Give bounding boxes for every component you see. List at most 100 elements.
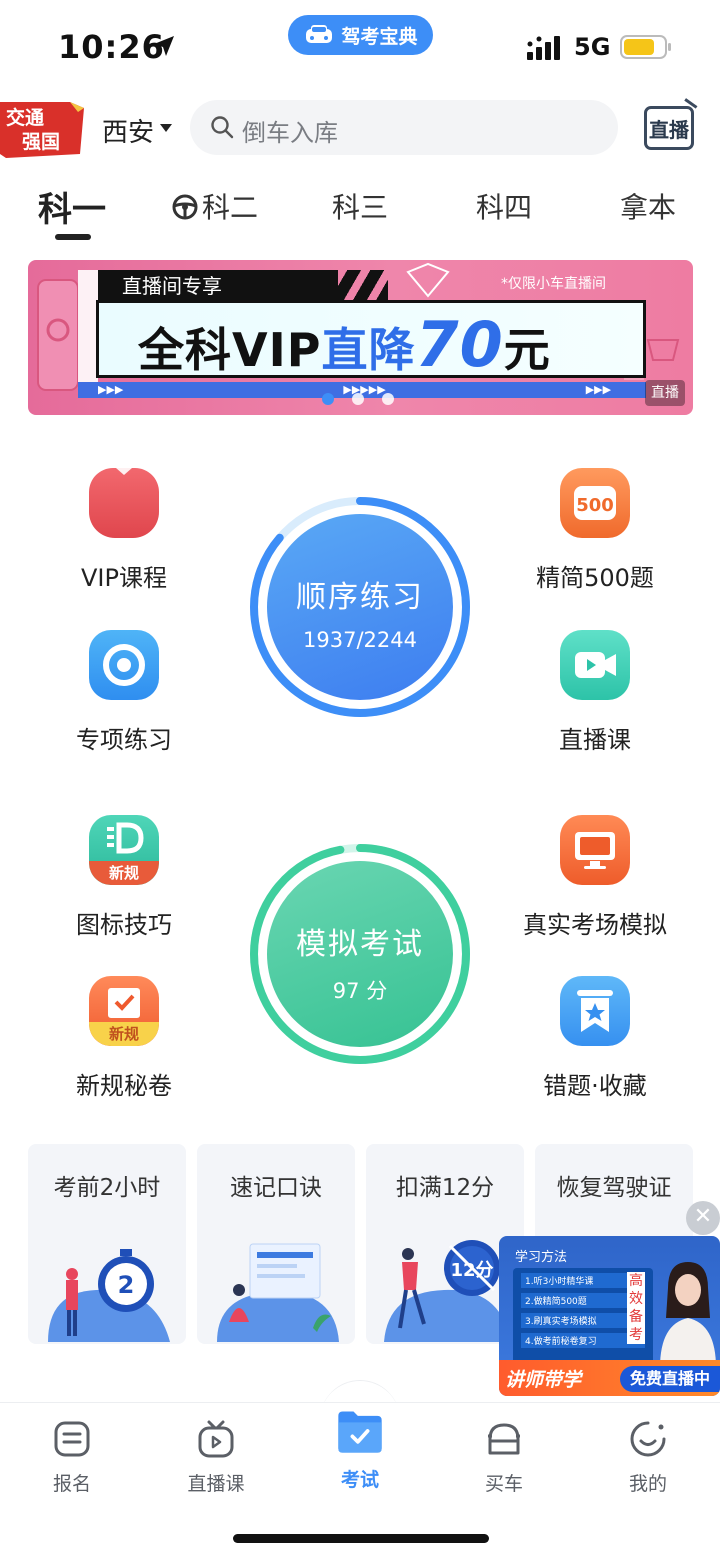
traffic-power-badge[interactable]: 交通 强国 [0,98,84,158]
tab-subject-2-label: 科二 [202,191,259,224]
tab-subject-4[interactable]: 科四 [476,186,532,226]
mock-exam-score: 97 分 [332,979,388,1003]
feature-label: 直播课 [559,726,631,754]
exam-500-icon: 500 [560,468,630,538]
location-arrow-icon [154,36,174,56]
mock-exam-title: 模拟考试 [296,927,424,962]
tab-subject-1[interactable]: 科一 [38,182,106,231]
vip-crown-icon [89,468,159,538]
city-selector[interactable]: 西安 [102,112,154,149]
stopwatch-illustration: 2 [48,1249,170,1342]
nav-item-signup[interactable]: 报名 [17,1419,127,1496]
bookmark-star-icon [560,976,630,1046]
exam-folder-icon [338,1411,382,1453]
close-live-float-button[interactable]: ✕ [686,1201,720,1235]
sequential-practice-progress: 1937/2244 [303,628,417,652]
feature-real-exam-sim[interactable]: 真实考场模拟 [505,815,685,940]
banner-title-prefix: 全科VIP [138,323,322,377]
feature-special-practice[interactable]: 专项练习 [34,630,214,755]
live-tv-button[interactable]: 直播 [644,106,694,150]
live-float-bottom-left: 讲师带学 [505,1369,582,1391]
deduction-illustration: 12分 [384,1240,510,1342]
steering-wheel-icon [172,194,198,220]
tab-subject-2[interactable]: 科二 [172,186,258,226]
tab-subject-3[interactable]: 科三 [332,186,388,226]
banner-pagination [322,393,394,405]
app-name-pill[interactable]: 驾考宝典 [288,15,433,55]
nav-item-profile[interactable]: 我的 [593,1419,703,1496]
car-icon [488,1423,520,1455]
feature-label: 精简500题 [536,564,654,592]
status-time: 10:26 [58,28,165,66]
nav-label: 直播课 [187,1473,245,1495]
mock-exam-core: 模拟考试 97 分 [267,861,453,1047]
signal-icon [527,36,560,60]
feature-label: 专项练习 [76,726,172,754]
svg-text:2: 2 [118,1271,135,1299]
active-tab-indicator [55,234,91,240]
feature-mistakes-favorites[interactable]: 错题·收藏 [505,976,685,1101]
feature-simplified-500[interactable]: 500 精简500题 [505,468,685,593]
subject-tabs: 科一 科二 科三 科四 拿本 [0,180,720,250]
tab-get-license[interactable]: 拿本 [620,186,676,226]
feature-label: VIP课程 [81,564,167,592]
sign-tips-icon: 新规 [89,815,159,885]
nav-item-exam[interactable]: 考试 [305,1405,415,1492]
app-name-label: 驾考宝典 [341,25,418,48]
search-icon [211,116,234,139]
target-icon [89,630,159,700]
network-type: 5G [574,33,611,61]
car-logo-icon [306,25,333,43]
search-placeholder: 倒车入库 [242,119,338,147]
reading-illustration [217,1243,339,1342]
live-float-title: 学习方法 [515,1250,568,1265]
svg-text:交通: 交通 [6,106,45,129]
pagination-dot[interactable] [382,393,394,405]
sequential-practice-button[interactable]: 顺序练习 1937/2244 [249,496,471,718]
signup-icon [54,1421,90,1457]
home-indicator [233,1534,489,1543]
banner-live-label: 直播 [645,380,685,406]
pagination-dot[interactable] [352,393,364,405]
search-bar[interactable]: 倒车入库 [190,100,618,155]
card-two-hours-before[interactable]: 考前2小时 2 [28,1144,186,1344]
status-bar: 10:26 驾考宝典 5G [0,0,720,90]
profile-icon [630,1421,666,1457]
banner-stripes [278,270,388,302]
live-float-vertical-text: 高效备考 [627,1272,645,1344]
nav-item-buy-car[interactable]: 买车 [449,1419,559,1496]
promo-banner[interactable]: 直播间专享 *仅限小车直播间 全科VIP直降70元 ▶▶▶ ▶▶▶▶▶ ▶▶▶ 直播 [28,260,693,415]
banner-title: 全科VIP直降70元 [138,308,551,381]
card-title: 速记口诀 [230,1175,322,1201]
banner-title-highlight: 直降 [321,323,416,377]
battery-icon [620,35,671,59]
feature-label: 新规秘卷 [76,1072,172,1100]
live-float-bottom-bar: 讲师带学 免费直播中 [499,1360,720,1396]
video-camera-icon [560,630,630,700]
nav-item-live-course[interactable]: 直播课 [161,1419,271,1496]
svg-text:12分: 12分 [450,1260,493,1281]
caret-down-icon[interactable] [160,124,172,132]
card-quick-mnemonics[interactable]: 速记口诀 [197,1144,355,1344]
pagination-dot-active[interactable] [322,393,334,405]
feature-new-rules-secret[interactable]: 新规 新规秘卷 [34,976,214,1101]
svg-text:强国: 强国 [22,131,60,153]
svg-text:500: 500 [576,495,614,516]
feature-sign-tips[interactable]: 新规 图标技巧 [34,815,214,940]
new-rules-tag: 新规 [89,1022,159,1046]
feature-label: 错题·收藏 [543,1072,647,1100]
feature-label: 图标技巧 [76,911,172,939]
monitor-icon [560,815,630,885]
banner-title-number: 70 [415,308,504,381]
tv-icon [198,1420,234,1458]
banner-title-suffix: 元 [503,323,551,377]
new-rules-tag: 新规 [89,861,159,885]
feature-vip-course[interactable]: VIP课程 [34,468,214,593]
mock-exam-button[interactable]: 模拟考试 97 分 [249,843,471,1065]
feature-live-course[interactable]: 直播课 [505,630,685,755]
card-title: 恢复驾驶证 [556,1175,672,1201]
nav-label: 考试 [340,1469,379,1491]
lecturer-avatar [660,1262,716,1368]
live-float-window[interactable]: 学习方法 1.听3小时精华课 2.做精简500题 3.刷真实考场模拟 4.做考前… [499,1236,720,1396]
nav-label: 我的 [628,1473,667,1495]
